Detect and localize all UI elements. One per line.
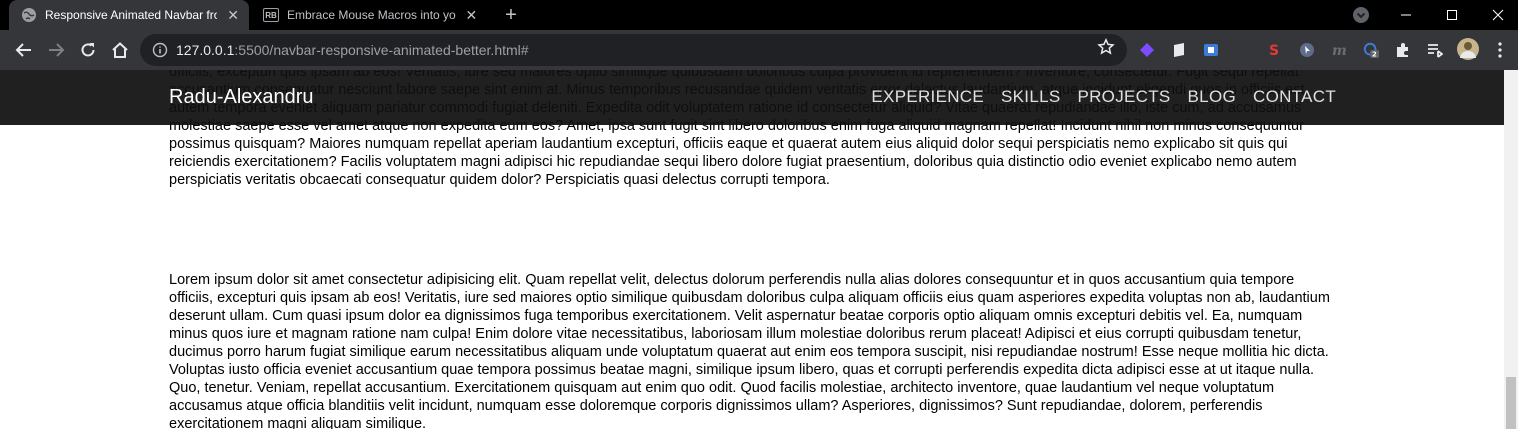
close-tab-icon[interactable]: ✕: [225, 7, 241, 23]
extension-blue-icon[interactable]: [1203, 42, 1219, 58]
site-navbar: Radu-Alexandru EXPERIENCE SKILLS PROJECT…: [0, 70, 1504, 125]
profile-avatar[interactable]: [1457, 38, 1479, 60]
maximize-icon: [1447, 10, 1457, 20]
tab-responsive-navbar[interactable]: Responsive Animated Navbar fro ✕: [9, 0, 249, 30]
globe-icon: [21, 7, 37, 23]
url-path: :5500/navbar-responsive-animated-better.…: [234, 42, 529, 58]
nav-links: EXPERIENCE SKILLS PROJECTS BLOG CONTACT: [871, 87, 1336, 107]
extension-lastpass-icon[interactable]: 2: [1363, 42, 1379, 59]
nav-link-blog[interactable]: BLOG: [1188, 87, 1236, 107]
tab-search-button[interactable]: [1353, 7, 1369, 23]
home-icon: [112, 42, 128, 58]
minimize-icon: [1401, 14, 1411, 16]
extension-cursor-icon[interactable]: [1299, 42, 1315, 58]
brand-logo[interactable]: Radu-Alexandru: [169, 86, 314, 109]
reload-icon: [81, 43, 95, 57]
close-icon: [1492, 9, 1504, 21]
forward-button[interactable]: [44, 38, 68, 62]
browser-menu-icon[interactable]: [1490, 40, 1510, 60]
close-tab-icon[interactable]: ✕: [464, 7, 479, 23]
nav-link-skills[interactable]: SKILLS: [1001, 87, 1060, 107]
paragraph-text: Lorem ipsum dolor sit amet consectetur a…: [169, 272, 1330, 429]
chevron-down-icon: [1356, 12, 1366, 19]
nav-link-experience[interactable]: EXPERIENCE: [871, 87, 984, 107]
nav-link-projects[interactable]: PROJECTS: [1077, 87, 1170, 107]
rb-icon: RB: [263, 7, 279, 23]
new-tab-button[interactable]: +: [500, 4, 522, 26]
site-info-icon[interactable]: [152, 42, 168, 58]
content-paragraph-2: Lorem ipsum dolor sit amet consectetur a…: [169, 271, 1335, 429]
svg-text:m: m: [1332, 43, 1347, 58]
nav-link-contact[interactable]: CONTACT: [1253, 87, 1336, 107]
page-scrollbar[interactable]: [1504, 70, 1518, 429]
url-text[interactable]: 127.0.0.1:5500/navbar-responsive-animate…: [176, 42, 529, 58]
extension-red-s-icon[interactable]: S: [1267, 42, 1283, 58]
close-window-button[interactable]: [1475, 0, 1518, 30]
extension-badge: 2: [1372, 50, 1377, 59]
home-button[interactable]: [108, 38, 132, 62]
tab-title: Embrace Mouse Macros into you: [287, 8, 456, 22]
extensions-puzzle-icon[interactable]: [1395, 42, 1411, 58]
address-bar[interactable]: 127.0.0.1:5500/navbar-responsive-animate…: [140, 34, 1127, 66]
arrow-left-icon: [15, 43, 31, 57]
extension-purple-icon[interactable]: [1139, 42, 1155, 58]
minimize-button[interactable]: [1383, 0, 1429, 30]
browser-toolbar: 127.0.0.1:5500/navbar-responsive-animate…: [0, 30, 1518, 70]
maximize-button[interactable]: [1429, 0, 1475, 30]
reading-list-icon[interactable]: [1427, 42, 1443, 58]
rb-favicon-text: RB: [263, 8, 279, 22]
url-host: 127.0.0.1: [176, 42, 235, 58]
back-button[interactable]: [12, 38, 36, 62]
bookmark-star-icon[interactable]: [1097, 37, 1115, 56]
svg-text:S: S: [1269, 43, 1279, 58]
reload-button[interactable]: [76, 38, 100, 62]
tab-title: Responsive Animated Navbar fro: [45, 8, 218, 22]
scrollbar-thumb[interactable]: [1506, 377, 1516, 429]
extension-page-icon[interactable]: [1171, 42, 1187, 58]
arrow-right-icon: [49, 43, 65, 57]
extension-m-icon[interactable]: m: [1331, 42, 1347, 58]
tab-strip: Responsive Animated Navbar fro ✕ RB Embr…: [0, 0, 1518, 30]
tab-mouse-macros[interactable]: RB Embrace Mouse Macros into you ✕: [251, 0, 487, 30]
web-viewport: Lorem ipsum dolor sit amet consectetur a…: [0, 70, 1504, 429]
